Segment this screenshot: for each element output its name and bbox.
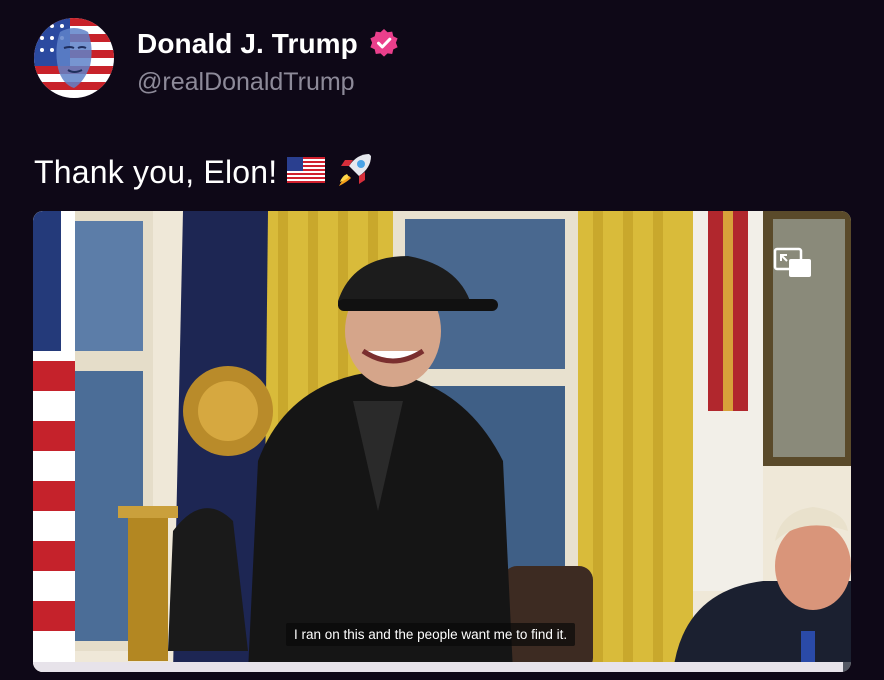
author-handle[interactable]: @realDonaldTrump <box>137 68 400 97</box>
video-progress-bar[interactable] <box>33 662 851 672</box>
author-display-name[interactable]: Donald J. Trump <box>137 28 358 60</box>
post-body: Thank you, Elon! <box>34 150 375 194</box>
author-avatar[interactable] <box>34 18 114 98</box>
name-row: Donald J. Trump <box>137 24 400 64</box>
video-player[interactable]: I ran on this and the people want me to … <box>33 211 851 672</box>
avatar-image <box>34 18 114 98</box>
post-card: Donald J. Trump @realDonaldTrump Thank y… <box>0 0 884 680</box>
us-flag-emoji <box>287 156 326 188</box>
rocket-emoji <box>335 150 375 195</box>
picture-in-picture-icon <box>773 247 811 277</box>
author-info: Donald J. Trump @realDonaldTrump <box>137 24 400 97</box>
video-frame <box>33 211 851 672</box>
verified-badge-icon <box>368 28 400 60</box>
video-progress-fill <box>33 662 843 672</box>
video-caption: I ran on this and the people want me to … <box>286 623 576 646</box>
post-text: Thank you, Elon! <box>34 153 278 190</box>
picture-in-picture-button[interactable] <box>773 247 813 279</box>
